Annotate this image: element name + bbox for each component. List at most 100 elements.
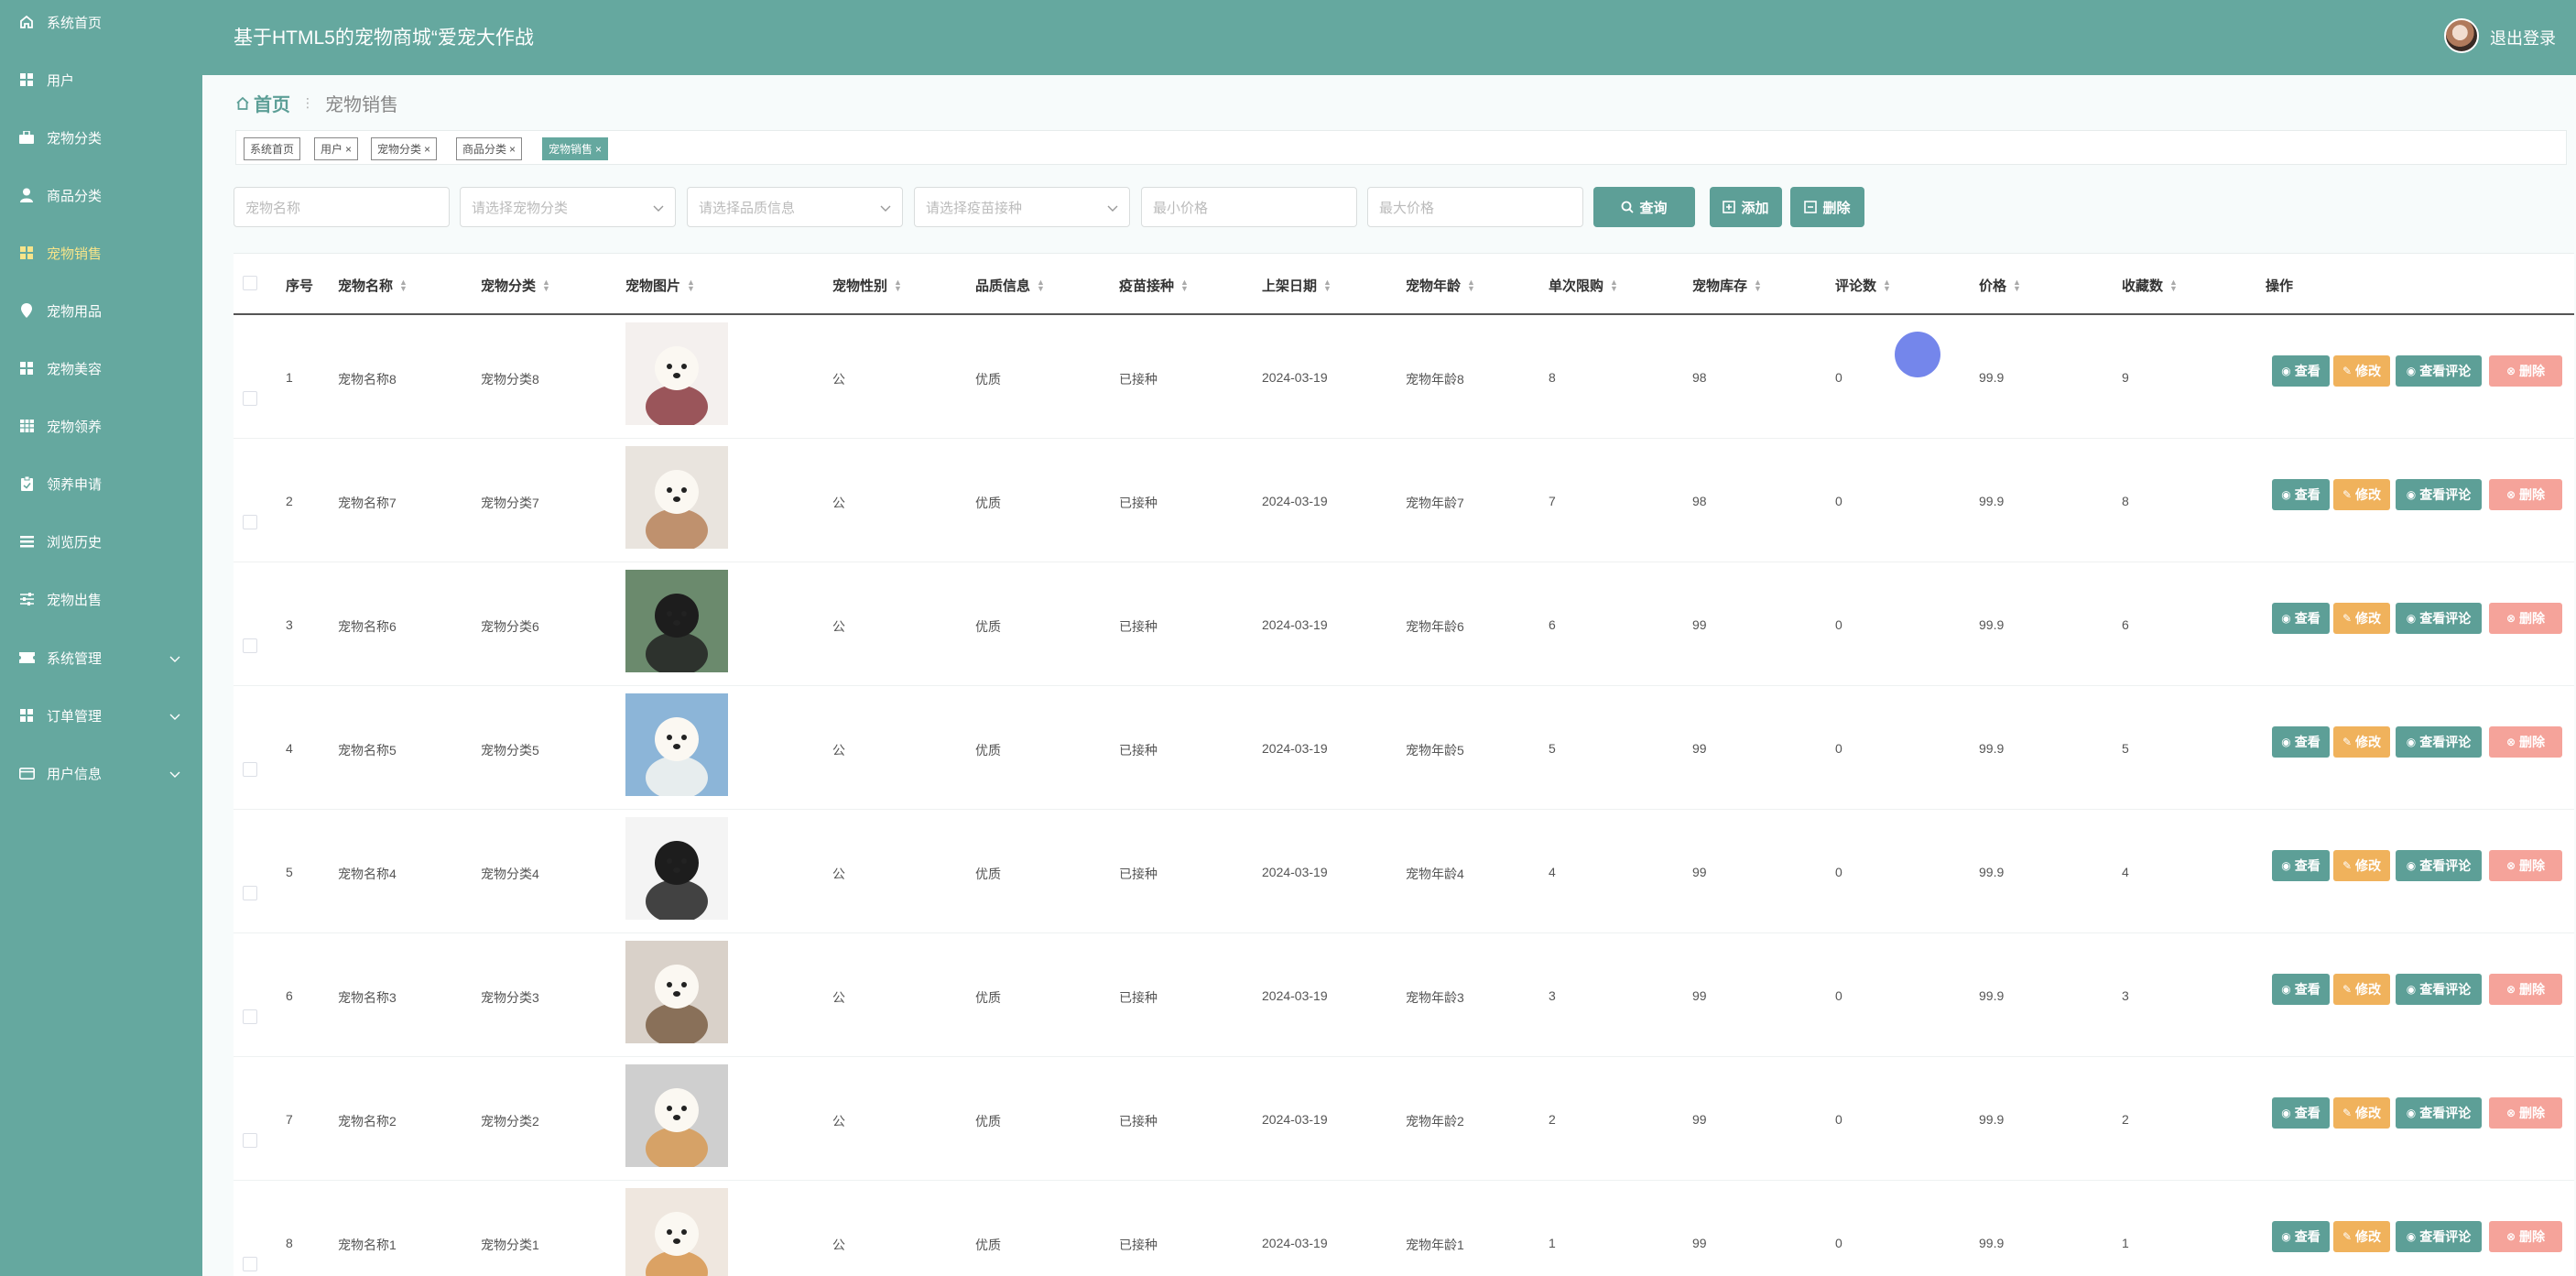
select-all-checkbox[interactable] [243, 276, 257, 290]
column-header[interactable]: 宠物图片 ▲ ▼ [625, 276, 695, 295]
delete-action-button[interactable]: ⊗ 删除 [2489, 1097, 2562, 1129]
sort-icon[interactable]: ▲ ▼ [1610, 278, 1618, 292]
edit-action-button[interactable]: ✎ 修改 [2333, 355, 2390, 387]
close-icon[interactable]: × [595, 143, 602, 156]
column-header[interactable]: 宠物性别 ▲ ▼ [832, 276, 902, 295]
delete-action-button[interactable]: ⊗ 删除 [2489, 974, 2562, 1005]
view-action-button[interactable]: ◉ 查看 [2272, 603, 2330, 634]
review-action-button[interactable]: ◉ 查看评论 [2396, 1097, 2482, 1129]
sidebar-item-pet-category[interactable]: 宠物分类 [0, 119, 202, 156]
sidebar-item-system-manage[interactable]: 系统管理 [0, 639, 202, 676]
view-action-button[interactable]: ◉ 查看 [2272, 355, 2330, 387]
column-header[interactable]: 品质信息 ▲ ▼ [975, 276, 1045, 295]
row-checkbox[interactable] [243, 1009, 257, 1024]
sidebar-item-pet-adoption[interactable]: 宠物领养 [0, 408, 202, 444]
delete-action-button[interactable]: ⊗ 删除 [2489, 726, 2562, 758]
sidebar-item-history[interactable]: 浏览历史 [0, 523, 202, 560]
view-action-button[interactable]: ◉ 查看 [2272, 974, 2330, 1005]
sort-icon[interactable]: ▲ ▼ [1467, 278, 1475, 292]
sort-icon[interactable]: ▲ ▼ [1754, 278, 1762, 292]
sidebar-item-pet-supplies[interactable]: 宠物用品 [0, 292, 202, 329]
sort-icon[interactable]: ▲ ▼ [1323, 278, 1331, 292]
sidebar-item-users[interactable]: 用户 [0, 61, 202, 98]
edit-action-button[interactable]: ✎ 修改 [2333, 1221, 2390, 1252]
review-action-button[interactable]: ◉ 查看评论 [2396, 1221, 2482, 1252]
pet-name-input[interactable]: 宠物名称 [234, 187, 450, 227]
row-checkbox[interactable] [243, 762, 257, 777]
delete-action-button[interactable]: ⊗ 删除 [2489, 1221, 2562, 1252]
review-action-button[interactable]: ◉ 查看评论 [2396, 479, 2482, 510]
row-checkbox[interactable] [243, 515, 257, 529]
tag-goods-category[interactable]: 商品分类 × [456, 137, 523, 160]
add-button[interactable]: 添加 [1710, 187, 1782, 227]
edit-action-button[interactable]: ✎ 修改 [2333, 850, 2390, 881]
column-header[interactable]: 上架日期 ▲ ▼ [1262, 276, 1331, 295]
edit-action-button[interactable]: ✎ 修改 [2333, 974, 2390, 1005]
edit-action-button[interactable]: ✎ 修改 [2333, 603, 2390, 634]
close-icon[interactable]: × [509, 143, 516, 156]
sort-icon[interactable]: ▲ ▼ [2013, 278, 2021, 292]
sort-icon[interactable]: ▲ ▼ [687, 278, 695, 292]
tag-users[interactable]: 用户 × [314, 137, 359, 160]
column-header[interactable]: 收藏数 ▲ ▼ [2122, 276, 2178, 295]
sidebar-item-pet-beauty[interactable]: 宠物美容 [0, 350, 202, 387]
sort-icon[interactable]: ▲ ▼ [2169, 278, 2178, 292]
min-price-input[interactable]: 最小价格 [1141, 187, 1357, 227]
review-action-button[interactable]: ◉ 查看评论 [2396, 974, 2482, 1005]
logout-button[interactable]: 退出登录 [2490, 26, 2556, 49]
delete-action-button[interactable]: ⊗ 删除 [2489, 603, 2562, 634]
column-header[interactable]: 宠物库存 ▲ ▼ [1692, 276, 1762, 295]
delete-action-button[interactable]: ⊗ 删除 [2489, 355, 2562, 387]
sort-icon[interactable]: ▲ ▼ [399, 278, 408, 292]
edit-action-button[interactable]: ✎ 修改 [2333, 726, 2390, 758]
quality-select[interactable]: 请选择品质信息 [687, 187, 903, 227]
view-action-button[interactable]: ◉ 查看 [2272, 479, 2330, 510]
sidebar-item-adoption-apply[interactable]: 领养申请 [0, 465, 202, 502]
column-header[interactable]: 宠物分类 ▲ ▼ [481, 276, 550, 295]
max-price-input[interactable]: 最大价格 [1367, 187, 1583, 227]
sidebar-item-goods-category[interactable]: 商品分类 [0, 177, 202, 213]
view-action-button[interactable]: ◉ 查看 [2272, 1097, 2330, 1129]
sidebar-item-pet-sell[interactable]: 宠物出售 [0, 581, 202, 617]
row-checkbox[interactable] [243, 1257, 257, 1271]
row-checkbox[interactable] [243, 886, 257, 900]
sort-icon[interactable]: ▲ ▼ [1883, 278, 1891, 292]
view-action-button[interactable]: ◉ 查看 [2272, 1221, 2330, 1252]
search-button[interactable]: 查询 [1593, 187, 1695, 227]
column-header[interactable]: 宠物名称 ▲ ▼ [338, 276, 408, 295]
column-header[interactable]: 单次限购 ▲ ▼ [1549, 276, 1618, 295]
vaccine-select[interactable]: 请选择疫苗接种 [914, 187, 1130, 227]
review-action-button[interactable]: ◉ 查看评论 [2396, 355, 2482, 387]
tag-pet-category[interactable]: 宠物分类 × [371, 137, 438, 160]
close-icon[interactable]: × [424, 143, 430, 156]
sort-icon[interactable]: ▲ ▼ [1037, 278, 1045, 292]
edit-action-button[interactable]: ✎ 修改 [2333, 1097, 2390, 1129]
sidebar-item-home[interactable]: 系统首页 [0, 4, 202, 40]
column-header[interactable]: 宠物年龄 ▲ ▼ [1406, 276, 1475, 295]
review-action-button[interactable]: ◉ 查看评论 [2396, 603, 2482, 634]
pet-category-select[interactable]: 请选择宠物分类 [460, 187, 676, 227]
column-header[interactable]: 疫苗接种 ▲ ▼ [1119, 276, 1189, 295]
row-checkbox[interactable] [243, 1133, 257, 1148]
row-checkbox[interactable] [243, 638, 257, 653]
delete-action-button[interactable]: ⊗ 删除 [2489, 850, 2562, 881]
breadcrumb-home[interactable]: 首页 [235, 90, 290, 116]
sort-icon[interactable]: ▲ ▼ [894, 278, 902, 292]
view-action-button[interactable]: ◉ 查看 [2272, 850, 2330, 881]
tag-pet-sales[interactable]: 宠物销售 × [542, 137, 609, 160]
review-action-button[interactable]: ◉ 查看评论 [2396, 726, 2482, 758]
column-header[interactable]: 评论数 ▲ ▼ [1835, 276, 1891, 295]
close-icon[interactable]: × [345, 143, 352, 156]
row-checkbox[interactable] [243, 391, 257, 406]
review-action-button[interactable]: ◉ 查看评论 [2396, 850, 2482, 881]
sort-icon[interactable]: ▲ ▼ [1180, 278, 1189, 292]
tag-home[interactable]: 系统首页 [244, 137, 301, 160]
view-action-button[interactable]: ◉ 查看 [2272, 726, 2330, 758]
delete-button[interactable]: 删除 [1790, 187, 1864, 227]
sidebar-item-user-info[interactable]: 用户信息 [0, 755, 202, 791]
avatar[interactable] [2444, 18, 2479, 53]
delete-action-button[interactable]: ⊗ 删除 [2489, 479, 2562, 510]
sort-icon[interactable]: ▲ ▼ [542, 278, 550, 292]
sidebar-item-order-manage[interactable]: 订单管理 [0, 697, 202, 734]
sidebar-item-pet-sales[interactable]: 宠物销售 [0, 234, 202, 271]
